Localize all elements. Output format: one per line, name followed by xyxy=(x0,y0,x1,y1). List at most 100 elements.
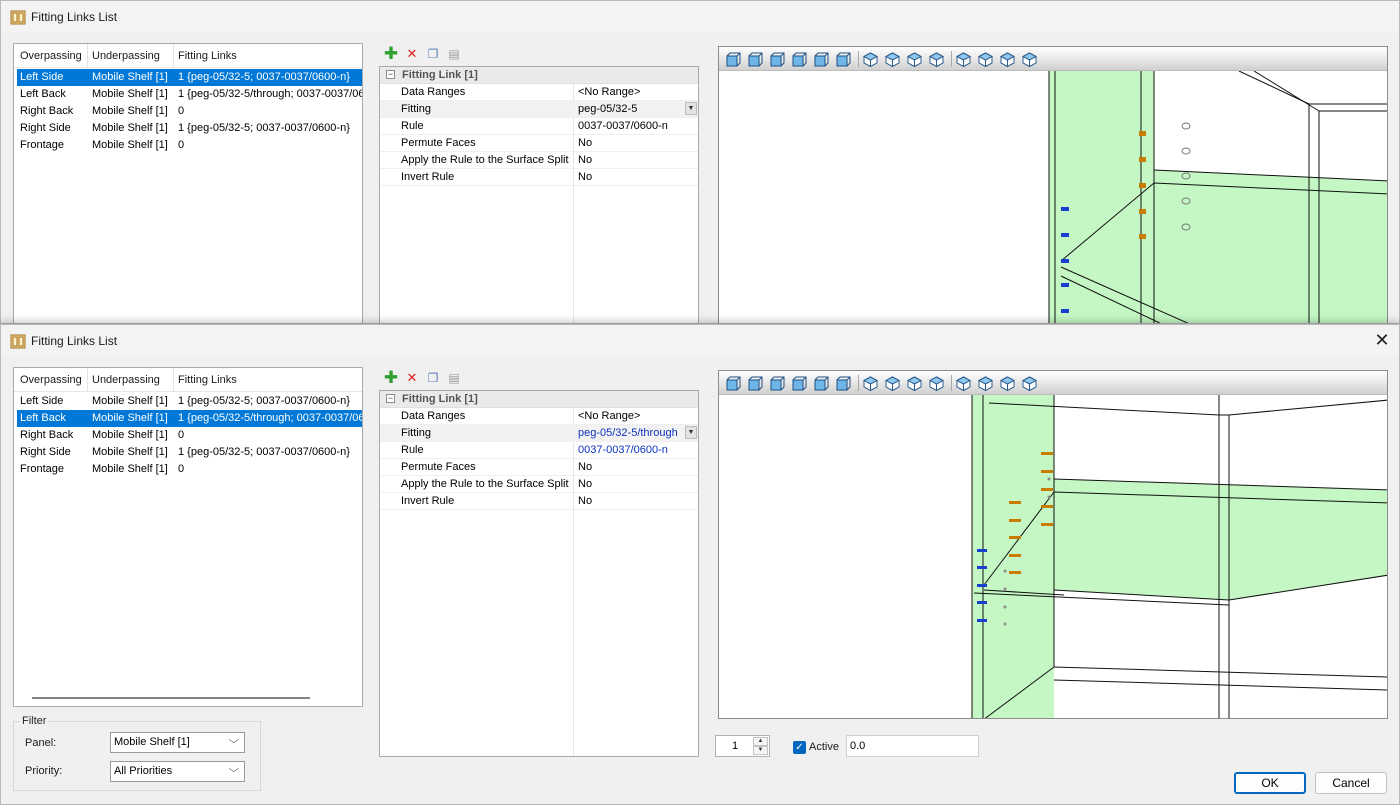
iso-3-icon[interactable] xyxy=(906,51,923,68)
iso-1-icon[interactable] xyxy=(862,375,879,392)
view-back-icon[interactable] xyxy=(747,375,764,392)
horizontal-scrollbar[interactable] xyxy=(32,697,310,699)
chevron-down-icon: ⌵ xyxy=(228,764,240,775)
iso-8-icon[interactable] xyxy=(1021,51,1038,68)
3d-view[interactable] xyxy=(718,370,1388,719)
iso-5-icon[interactable] xyxy=(955,51,972,68)
dropdown-arrow-icon[interactable]: ▼ xyxy=(685,102,697,115)
ok-button[interactable]: OK xyxy=(1234,772,1306,794)
iso-1-icon[interactable] xyxy=(862,51,879,68)
link-toolbar: ✚ ✕ ❐ ▤ xyxy=(383,369,463,388)
view-top-icon[interactable] xyxy=(813,51,830,68)
iso-3-icon[interactable] xyxy=(906,375,923,392)
panel-select[interactable]: Mobile Shelf [1] ⌵ xyxy=(110,732,245,753)
property-row[interactable]: Permute Faces No xyxy=(380,135,698,152)
view-front-icon[interactable] xyxy=(725,51,742,68)
view-top-icon[interactable] xyxy=(813,375,830,392)
3d-scene[interactable] xyxy=(719,395,1388,719)
toolbar-separator xyxy=(858,51,859,67)
view-left-icon[interactable] xyxy=(769,375,786,392)
iso-2-icon[interactable] xyxy=(884,51,901,68)
list-item-selected[interactable]: Left Back Mobile Shelf [1] 1 {peg-05/32-5/… xyxy=(17,410,362,427)
iso-7-icon[interactable] xyxy=(999,375,1016,392)
list-item[interactable]: Right Side Mobile Shelf [1] 1 {peg-05/32-5… xyxy=(17,120,362,137)
property-grid[interactable]: − Fitting Link [1] Data Ranges <No Range> … xyxy=(379,66,699,323)
fitting-links-window: Fitting Links List ✕ Overpassing Underpa… xyxy=(0,324,1400,805)
col-underpassing[interactable]: Underpassing xyxy=(92,50,160,62)
property-row[interactable]: Invert Rule No xyxy=(380,169,698,186)
property-row[interactable]: Apply the Rule to the Surface Split No xyxy=(380,476,698,493)
property-row[interactable]: Rule 0037-0037/0600-n xyxy=(380,442,698,459)
add-icon[interactable]: ✚ xyxy=(383,369,399,386)
paste-icon[interactable]: ▤ xyxy=(446,370,462,386)
cancel-button[interactable]: Cancel xyxy=(1315,772,1387,794)
stepper-up-icon[interactable]: ▲ xyxy=(753,737,768,746)
iso-4-icon[interactable] xyxy=(928,51,945,68)
dropdown-arrow-icon[interactable]: ▼ xyxy=(685,426,697,439)
links-list[interactable]: Overpassing Underpassing Fitting Links L… xyxy=(13,367,363,707)
paste-icon[interactable]: ▤ xyxy=(446,46,462,62)
list-item[interactable]: Left Back Mobile Shelf [1] 1 {peg-05/32-5/… xyxy=(17,86,362,103)
list-item[interactable]: Right Back Mobile Shelf [1] 0 xyxy=(17,103,362,120)
list-item[interactable]: Frontage Mobile Shelf [1] 0 xyxy=(17,461,362,478)
copy-icon[interactable]: ❐ xyxy=(425,370,441,386)
delete-icon[interactable]: ✕ xyxy=(404,46,420,62)
property-row[interactable]: Permute Faces No xyxy=(380,459,698,476)
property-row[interactable]: Rule 0037-0037/0600-n xyxy=(380,118,698,135)
col-fitting-links[interactable]: Fitting Links xyxy=(178,374,237,386)
iso-6-icon[interactable] xyxy=(977,375,994,392)
col-underpassing[interactable]: Underpassing xyxy=(92,374,160,386)
fitting-app-icon xyxy=(10,10,26,25)
chevron-down-icon: ⌵ xyxy=(228,735,240,746)
list-item[interactable]: Right Back Mobile Shelf [1] 0 xyxy=(17,427,362,444)
links-list[interactable]: Overpassing Underpassing Fitting Links L… xyxy=(13,43,363,323)
property-row-fitting[interactable]: Fitting peg-05/32-5 ▼ xyxy=(380,101,698,118)
active-label: Active xyxy=(809,741,839,753)
view-left-icon[interactable] xyxy=(769,51,786,68)
list-item[interactable]: Frontage Mobile Shelf [1] 0 xyxy=(17,137,362,154)
col-fitting-links[interactable]: Fitting Links xyxy=(178,50,237,62)
active-checkbox[interactable]: ✓ xyxy=(793,741,806,754)
list-item[interactable]: Left Side Mobile Shelf [1] 1 {peg-05/32-5;… xyxy=(17,69,362,86)
view-front-icon[interactable] xyxy=(725,375,742,392)
3d-scene[interactable] xyxy=(719,71,1388,324)
property-row[interactable]: Apply the Rule to the Surface Split No xyxy=(380,152,698,169)
counter-stepper[interactable]: 1 ▲ ▼ xyxy=(715,735,770,757)
property-group-header[interactable]: − Fitting Link [1] xyxy=(380,391,698,408)
property-group-header[interactable]: − Fitting Link [1] xyxy=(380,67,698,84)
iso-4-icon[interactable] xyxy=(928,375,945,392)
link-toolbar: ✚ ✕ ❐ ▤ xyxy=(383,45,463,64)
property-row[interactable]: Data Ranges <No Range> xyxy=(380,408,698,425)
copy-icon[interactable]: ❐ xyxy=(425,46,441,62)
property-grid[interactable]: − Fitting Link [1] Data Ranges <No Range> … xyxy=(379,390,699,757)
view-bottom-icon[interactable] xyxy=(835,375,852,392)
close-button[interactable]: ✕ xyxy=(1365,325,1399,357)
title-bar[interactable]: Fitting Links List xyxy=(1,1,1399,33)
priority-select[interactable]: All Priorities ⌵ xyxy=(110,761,245,782)
fitting-app-icon xyxy=(10,334,26,349)
value-field[interactable]: 0.0 xyxy=(846,735,979,757)
toolbar-separator xyxy=(951,375,952,391)
view-back-icon[interactable] xyxy=(747,51,764,68)
view-right-icon[interactable] xyxy=(791,375,808,392)
iso-5-icon[interactable] xyxy=(955,375,972,392)
window-title: Fitting Links List xyxy=(31,334,118,348)
property-row-fitting[interactable]: Fitting peg-05/32-5/through ▼ xyxy=(380,425,698,442)
property-row[interactable]: Data Ranges <No Range> xyxy=(380,84,698,101)
view-right-icon[interactable] xyxy=(791,51,808,68)
3d-view[interactable] xyxy=(718,46,1388,324)
view-bottom-icon[interactable] xyxy=(835,51,852,68)
delete-icon[interactable]: ✕ xyxy=(404,370,420,386)
col-overpassing[interactable]: Overpassing xyxy=(20,374,82,386)
title-bar[interactable]: Fitting Links List ✕ xyxy=(1,325,1399,357)
list-item[interactable]: Left Side Mobile Shelf [1] 1 {peg-05/32-5;… xyxy=(17,393,362,410)
stepper-down-icon[interactable]: ▼ xyxy=(753,746,768,755)
col-overpassing[interactable]: Overpassing xyxy=(20,50,82,62)
iso-6-icon[interactable] xyxy=(977,51,994,68)
list-item[interactable]: Right Side Mobile Shelf [1] 1 {peg-05/32-5… xyxy=(17,444,362,461)
property-row[interactable]: Invert Rule No xyxy=(380,493,698,510)
add-icon[interactable]: ✚ xyxy=(383,45,399,62)
iso-7-icon[interactable] xyxy=(999,51,1016,68)
iso-8-icon[interactable] xyxy=(1021,375,1038,392)
iso-2-icon[interactable] xyxy=(884,375,901,392)
